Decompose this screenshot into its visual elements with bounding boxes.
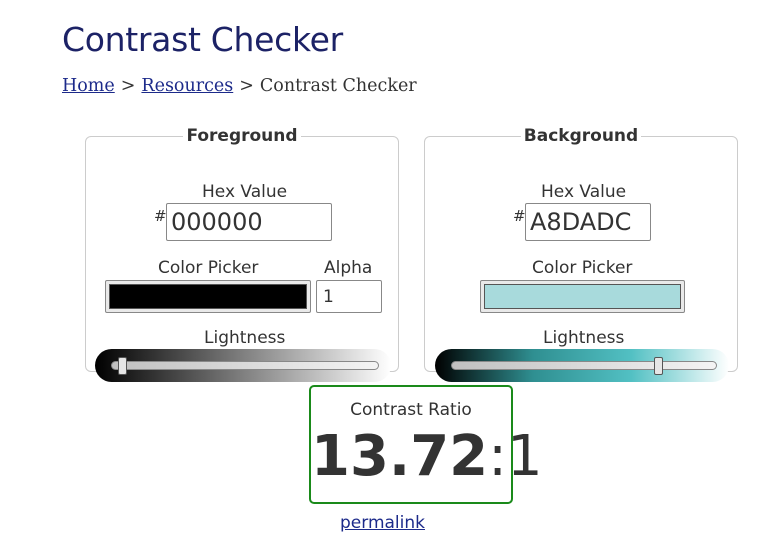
- bg-color-swatch: [484, 284, 681, 309]
- permalink-link[interactable]: permalink: [340, 513, 425, 533]
- fg-alpha-label: Alpha: [324, 258, 373, 278]
- contrast-ratio-label: Contrast Ratio: [350, 400, 472, 420]
- fg-hex-label: Hex Value: [202, 182, 288, 202]
- foreground-legend: Foreground: [186, 126, 298, 146]
- bg-hex-label: Hex Value: [541, 182, 627, 202]
- fg-color-swatch: [109, 284, 307, 309]
- fg-slider-track: [111, 361, 379, 370]
- contrast-ratio-suffix: :1: [488, 424, 543, 489]
- fg-lightness-label: Lightness: [204, 328, 286, 348]
- fg-picker-label: Color Picker: [158, 258, 259, 278]
- bg-hex-input[interactable]: [525, 203, 651, 241]
- bg-lightness-label: Lightness: [543, 328, 625, 348]
- bg-hash-symbol: #: [513, 207, 526, 225]
- fg-lightness-slider[interactable]: [95, 349, 391, 382]
- background-panel: Background Hex Value # Color Picker Ligh…: [424, 126, 738, 382]
- page-title: Contrast Checker: [62, 20, 343, 59]
- fg-color-picker[interactable]: [105, 280, 311, 313]
- bg-slider-track: [451, 361, 717, 370]
- foreground-panel: Foreground Hex Value # Color Picker Alph…: [85, 126, 399, 382]
- permalink-container: permalink: [0, 513, 765, 533]
- background-legend: Background: [523, 126, 639, 146]
- contrast-ratio-value: 13.72:1: [311, 423, 543, 491]
- breadcrumb-link-resources[interactable]: Resources: [141, 76, 233, 96]
- bg-lightness-slider[interactable]: [435, 349, 729, 382]
- breadcrumb-current: Contrast Checker: [259, 76, 417, 96]
- contrast-ratio-number: 13.72: [311, 424, 489, 489]
- fg-slider-thumb[interactable]: [117, 357, 127, 375]
- contrast-ratio-box: Contrast Ratio 13.72:1: [309, 385, 543, 504]
- breadcrumb-link-home[interactable]: Home: [62, 76, 115, 96]
- fg-alpha-input[interactable]: [316, 280, 382, 313]
- bg-picker-label: Color Picker: [532, 258, 633, 278]
- bg-color-picker[interactable]: [480, 280, 685, 313]
- fg-hash-symbol: #: [154, 207, 167, 225]
- fg-hex-input[interactable]: [166, 203, 332, 241]
- bg-slider-thumb[interactable]: [654, 357, 664, 375]
- breadcrumb: Home > Resources > Contrast Checker: [62, 76, 417, 96]
- breadcrumb-separator: >: [239, 76, 254, 96]
- breadcrumb-separator: >: [120, 76, 136, 96]
